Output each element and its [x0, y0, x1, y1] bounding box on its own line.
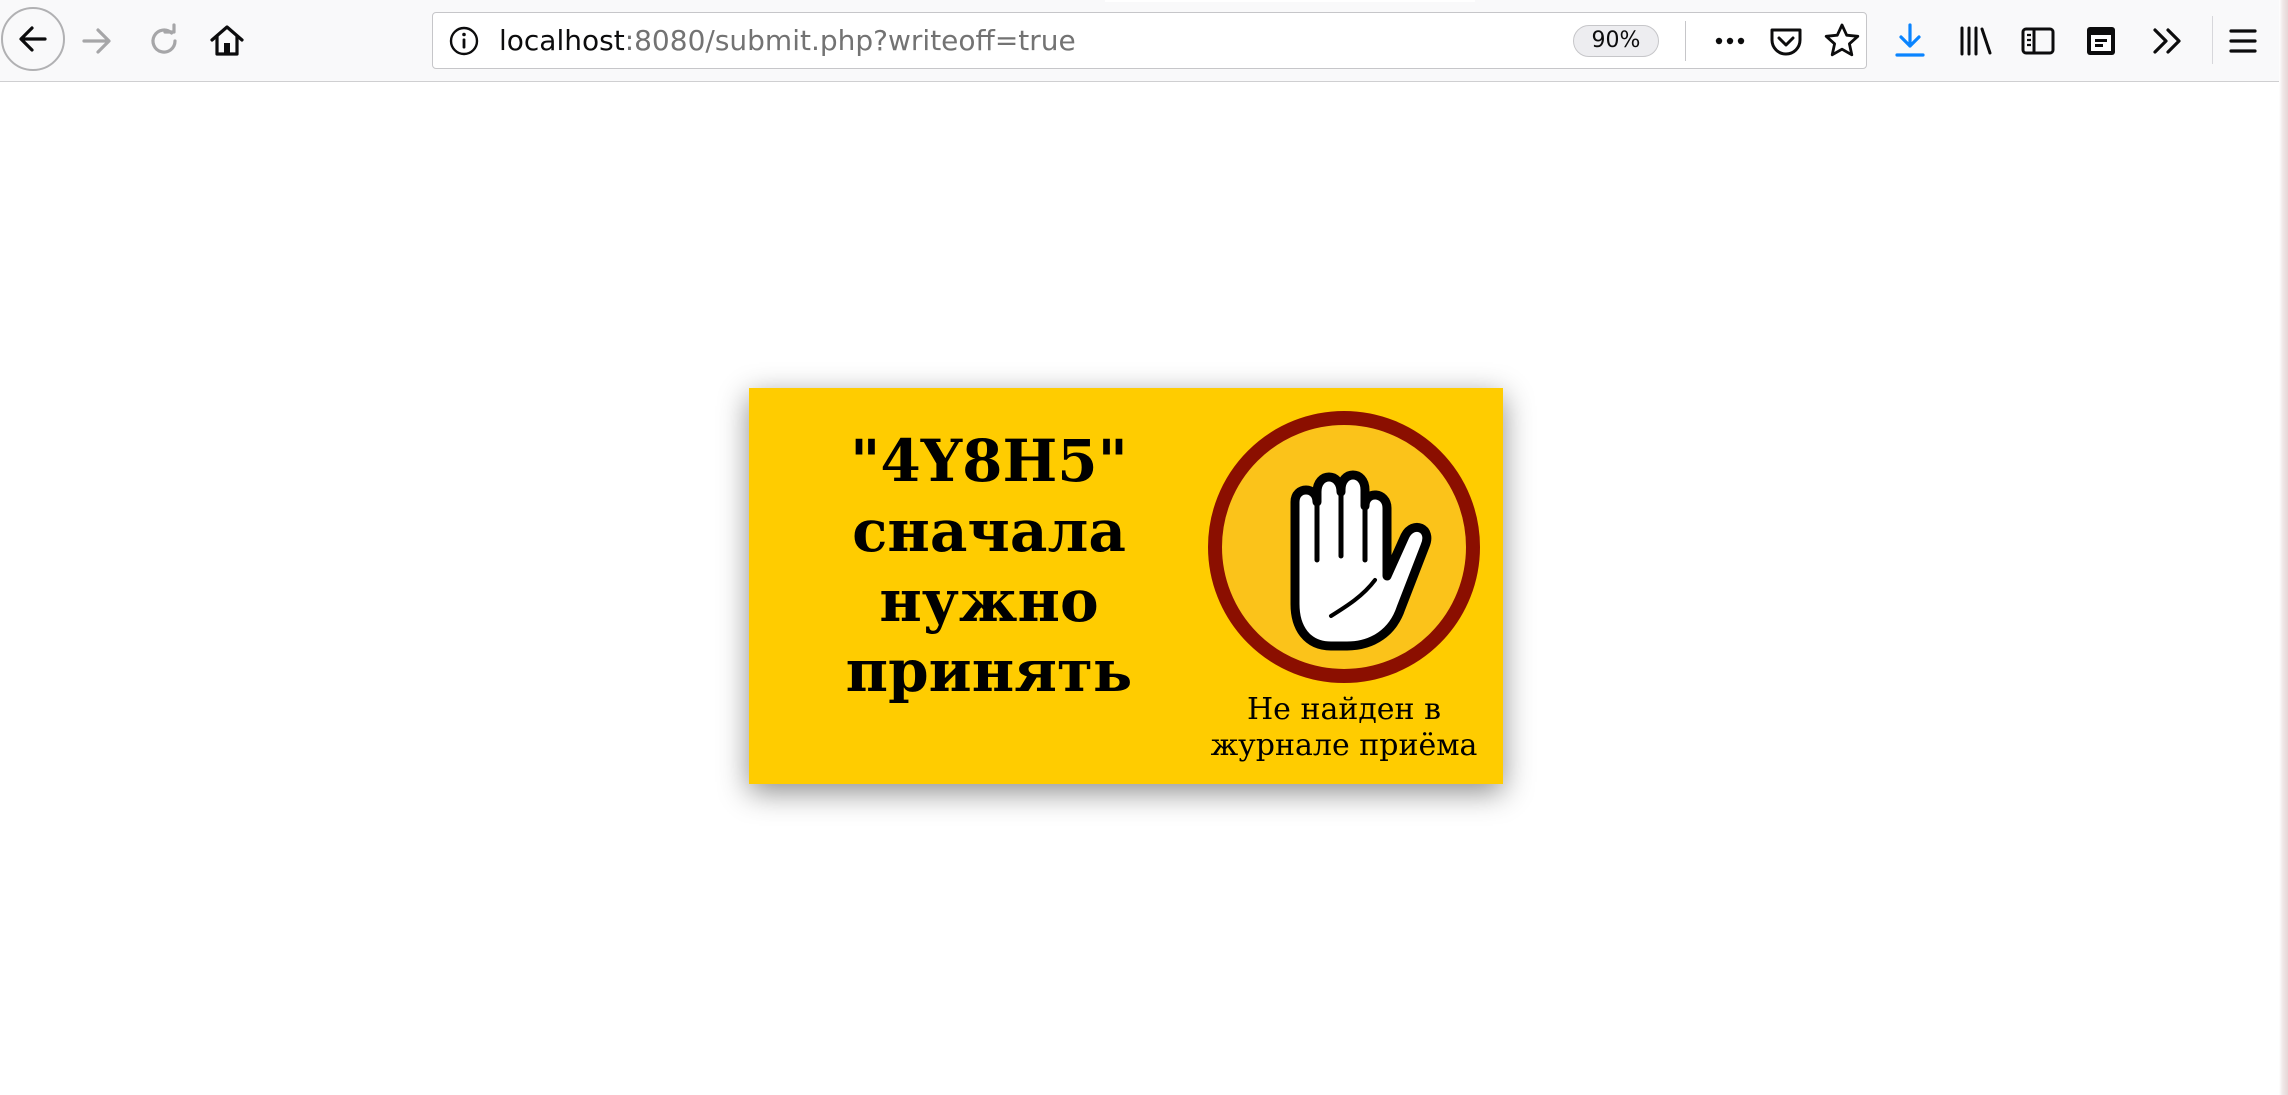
page-content: "4Y8H5" сначала нужно принять Не найден … [0, 82, 2288, 1095]
toolbar-divider [2212, 16, 2213, 64]
overflow-icon [2153, 28, 2181, 54]
downloads-icon [1895, 23, 1925, 57]
library-button[interactable] [1955, 21, 1995, 61]
home-icon [210, 25, 244, 56]
back-icon [19, 26, 47, 52]
pocket-button[interactable] [1766, 21, 1806, 61]
site-info-icon[interactable] [447, 24, 481, 58]
forward-button[interactable] [78, 21, 118, 61]
back-button[interactable] [1, 7, 65, 71]
headline-line: принять [845, 637, 1133, 705]
reload-button[interactable] [144, 21, 184, 61]
url-bar[interactable]: localhost:8080/submit.php?writeoff=true … [432, 12, 1867, 69]
url-text[interactable]: localhost:8080/submit.php?writeoff=true [499, 13, 1076, 68]
navigation-toolbar: localhost:8080/submit.php?writeoff=true … [0, 0, 2288, 82]
sidebar-icon [2021, 27, 2055, 55]
bookmark-button[interactable] [1822, 21, 1862, 61]
headline-line: нужно [879, 567, 1099, 635]
page-actions-button[interactable] [1710, 21, 1750, 61]
sidebar-button[interactable] [2018, 21, 2058, 61]
pocket-icon [1770, 28, 1802, 56]
browser-window: localhost:8080/submit.php?writeoff=true … [0, 0, 2288, 1095]
url-bar-divider [1685, 21, 1686, 61]
menu-icon [2229, 29, 2257, 53]
library-icon [1960, 26, 1992, 56]
rejection-banner: "4Y8H5" сначала нужно принять Не найден … [749, 388, 1503, 784]
caption-line: Не найден в [1247, 692, 1441, 727]
container-button[interactable] [2081, 21, 2121, 61]
url-path: :8080/submit.php?writeoff=true [624, 24, 1076, 57]
stop-caption: Не найден в журнале приёма [1189, 692, 1499, 764]
headline-line: "4Y8H5" [850, 427, 1128, 495]
forward-icon [82, 28, 111, 54]
page-actions-icon [1715, 37, 1745, 45]
downloads-button[interactable] [1890, 21, 1930, 61]
overflow-button[interactable] [2147, 21, 2187, 61]
menu-button[interactable] [2223, 21, 2263, 61]
url-host: localhost [499, 24, 625, 57]
banner-headline: "4Y8H5" сначала нужно принять [809, 426, 1169, 706]
window-edge [2279, 0, 2288, 1095]
caption-line: журнале приёма [1210, 728, 1478, 763]
reload-icon [151, 23, 177, 54]
zoom-level-badge[interactable]: 90% [1573, 25, 1659, 57]
stop-hand-icon [1208, 411, 1480, 683]
home-button[interactable] [207, 21, 247, 61]
bookmark-star-icon [1824, 23, 1860, 57]
headline-line: сначала [852, 497, 1126, 565]
container-icon [2087, 27, 2115, 55]
active-tab-indicator [1105, 0, 1475, 2]
